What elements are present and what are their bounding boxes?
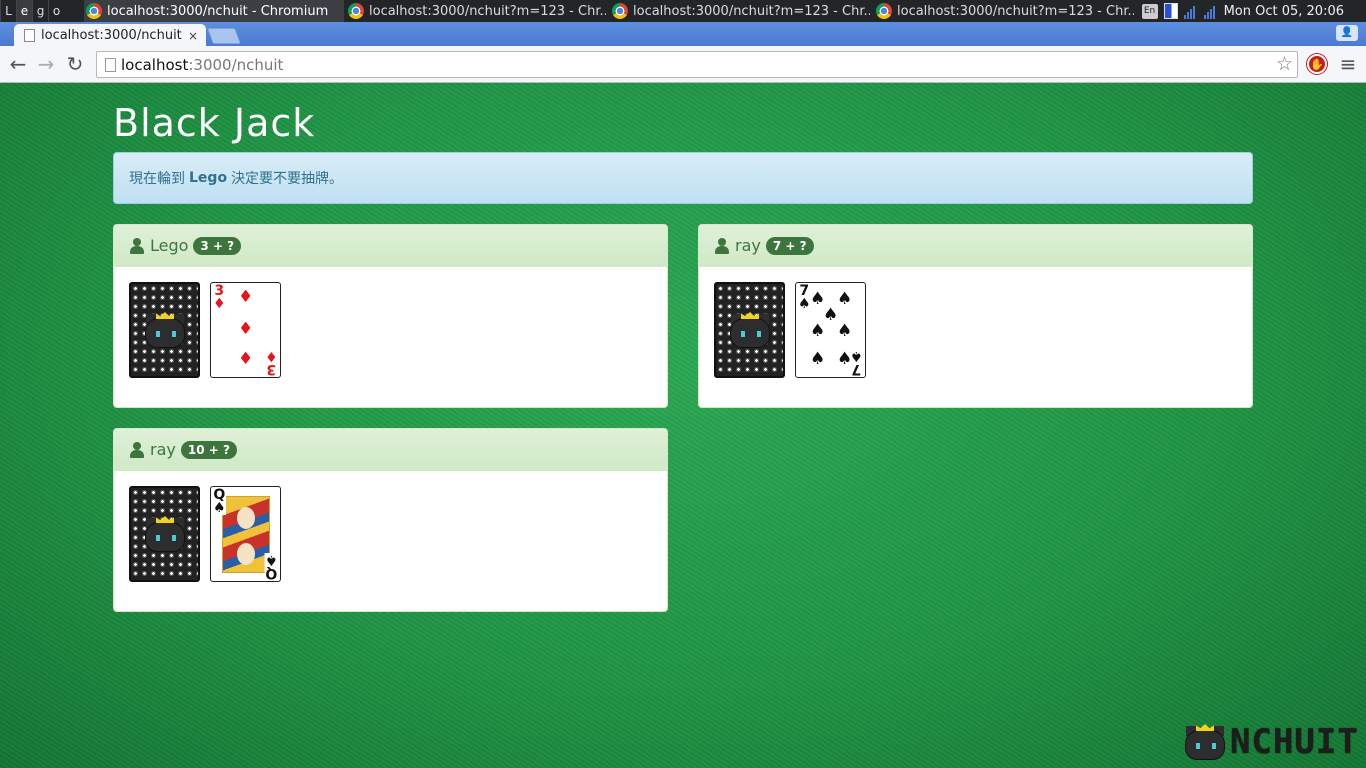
card-suit: ♠ (213, 500, 226, 516)
score-badge: 10 + ? (180, 440, 237, 459)
page-icon (105, 58, 116, 72)
card-index-bottom: Q ♠ (265, 552, 278, 581)
browser-menu-button[interactable]: ≡ (1338, 52, 1358, 76)
player-panel-header: ray 7 + ? (699, 225, 1252, 267)
browser-toolbar: ← → ↻ localhost:3000/nchuit ☆ ✋ ≡ (0, 46, 1366, 83)
card-suit: ♠ (850, 348, 863, 364)
profile-icon[interactable]: 👤 (1336, 25, 1358, 41)
spade-pip-icon: ♠ (810, 349, 826, 369)
queen-portrait-icon (222, 496, 270, 573)
workspace-letter[interactable]: L (0, 0, 16, 22)
spade-pip-icon: ♠ (810, 321, 826, 341)
bookmark-star-icon[interactable]: ☆ (1276, 52, 1293, 77)
card-index-top: 3 ♦ (213, 284, 226, 312)
tab-title: localhost:3000/nchuit (41, 28, 182, 43)
forward-button[interactable]: → (34, 52, 58, 76)
user-icon (714, 237, 730, 254)
chromium-icon (876, 3, 892, 19)
playing-card: 7 ♠ ♠ ♠ ♠ ♠ ♠ ♠ ♠ 7 ♠ (795, 282, 866, 378)
workspace-switcher[interactable]: L e g o (0, 0, 84, 22)
card-suit: ♠ (265, 552, 278, 568)
face-down-card (129, 282, 200, 378)
spade-pip-icon: ♠ (837, 289, 853, 309)
user-icon (129, 441, 145, 458)
page-icon (24, 29, 35, 42)
cat-mascot-icon (140, 312, 190, 350)
chromium-icon (612, 3, 628, 19)
score-badge: 7 + ? (765, 236, 814, 255)
adblock-extension-icon[interactable]: ✋ (1307, 54, 1327, 74)
face-down-card (129, 486, 200, 582)
player-panel: ray 7 + ? 7 ♠ ♠ ♠ ♠ ♠ ♠ ♠ ♠ 7 ♠ (698, 224, 1253, 408)
reload-button[interactable]: ↻ (63, 52, 87, 76)
player-panel: Lego 3 + ? 3 ♦ ♦ ♦ ♦ 3 ♦ (113, 224, 668, 408)
card-index-top: 7 ♠ (798, 284, 811, 312)
taskbar-window-title: localhost:3000/nchuit - Chromium (107, 3, 329, 19)
user-icon (129, 237, 145, 254)
keyboard-layout-indicator[interactable]: En (1141, 3, 1158, 19)
spade-pip-icon: ♠ (823, 305, 839, 325)
face-down-card (714, 282, 785, 378)
game-page: Black Jack 現在輪到 Lego 決定要不要抽牌。 Lego 3 + ?… (0, 83, 1366, 768)
chromium-icon (86, 3, 102, 19)
workspace-letter[interactable]: g (32, 0, 48, 22)
player-hand: Q ♠ Q ♠ (114, 471, 667, 611)
taskbar-window-button[interactable]: localhost:3000/nchuit?m=123 - Chr... (612, 0, 870, 22)
address-bar[interactable]: localhost:3000/nchuit ☆ (96, 51, 1298, 78)
playing-card: 3 ♦ ♦ ♦ ♦ 3 ♦ (210, 282, 281, 378)
workspace-letter[interactable]: e (16, 0, 32, 22)
alert-suffix: 決定要不要抽牌。 (231, 171, 344, 187)
url-path: :3000/nchuit (188, 55, 284, 74)
diamond-pip-icon: ♦ (238, 287, 254, 307)
taskbar-window-title: localhost:3000/nchuit?m=123 - Chr... (897, 3, 1134, 19)
close-tab-icon[interactable]: × (188, 29, 198, 43)
cat-mascot-icon (140, 516, 190, 554)
card-suit: ♦ (213, 296, 226, 312)
cat-mascot-icon (1180, 724, 1230, 762)
player-name: ray (735, 236, 761, 255)
browser-tabstrip: localhost:3000/nchuit × 👤 (0, 22, 1366, 47)
player-name: Lego (150, 236, 189, 255)
player-panel-header: Lego 3 + ? (114, 225, 667, 267)
player-name: ray (150, 440, 176, 459)
page-title: Black Jack (113, 101, 316, 145)
clock[interactable]: Mon Oct 05, 20:06 (1224, 4, 1344, 19)
turn-alert: 現在輪到 Lego 決定要不要抽牌。 (113, 152, 1253, 204)
card-index-bottom: 3 ♦ (265, 348, 278, 377)
alert-prefix: 現在輪到 (129, 171, 185, 187)
back-button[interactable]: ← (6, 52, 30, 76)
desktop-taskbar: L e g o localhost:3000/nchuit - Chromium… (0, 0, 1366, 22)
new-tab-button[interactable] (207, 28, 241, 44)
taskbar-window-title: localhost:3000/nchuit?m=123 - Chr... (633, 3, 870, 19)
taskbar-window-button[interactable]: localhost:3000/nchuit?m=123 - Chr... (876, 0, 1134, 22)
nchuit-logo: NCHUIT (1178, 720, 1364, 766)
player-panel-header: ray 10 + ? (114, 429, 667, 471)
workspace-letter[interactable]: o (48, 0, 64, 22)
chromium-icon (348, 3, 364, 19)
player-panel: ray 10 + ? Q ♠ Q ♠ (113, 428, 668, 612)
taskbar-window-title: localhost:3000/nchuit?m=123 - Chr... (369, 3, 606, 19)
browser-tab[interactable]: localhost:3000/nchuit × (14, 24, 206, 47)
taskbar-window-button[interactable]: localhost:3000/nchuit - Chromium (84, 0, 344, 22)
card-suit: ♦ (265, 348, 278, 364)
cat-mascot-icon (725, 312, 775, 350)
system-tray: En Mon Oct 05, 20:06 (1141, 0, 1366, 22)
network-signal-icon[interactable] (1183, 4, 1198, 19)
card-suit: ♠ (798, 296, 811, 312)
alert-player-name: Lego (189, 170, 228, 186)
diamond-pip-icon: ♦ (238, 349, 254, 369)
score-badge: 3 + ? (193, 236, 242, 255)
card-index-bottom: 7 ♠ (850, 348, 863, 377)
url-host: localhost (121, 55, 189, 74)
logo-text: NCHUIT (1230, 722, 1359, 762)
diamond-pip-icon: ♦ (238, 319, 254, 339)
player-hand: 7 ♠ ♠ ♠ ♠ ♠ ♠ ♠ ♠ 7 ♠ (699, 267, 1252, 407)
taskbar-window-button[interactable]: localhost:3000/nchuit?m=123 - Chr... (348, 0, 606, 22)
card-index-top: Q ♠ (213, 488, 226, 516)
playing-card: Q ♠ Q ♠ (210, 486, 281, 582)
player-hand: 3 ♦ ♦ ♦ ♦ 3 ♦ (114, 267, 667, 407)
battery-icon[interactable] (1163, 3, 1178, 19)
spade-pip-icon: ♠ (837, 321, 853, 341)
volume-signal-icon[interactable] (1203, 4, 1218, 19)
